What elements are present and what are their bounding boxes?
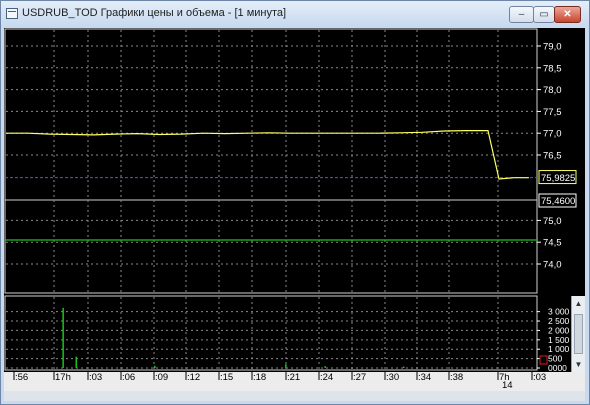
time-axis-sub-label: 14	[502, 380, 513, 391]
time-tick-label: :24	[320, 372, 333, 383]
price-axis: 79,0 78,5 78,0 77,5 77,0 76,5 75,0 74,5 74,0	[537, 42, 562, 271]
volume-bar	[154, 365, 156, 368]
price-tick-label: 77,5	[543, 107, 562, 118]
volume-tick-label: 0000	[548, 363, 567, 373]
volume-axis: 3 0002 5002 0001 5001 0005000000	[537, 307, 570, 373]
time-tick-label: :34	[418, 372, 431, 383]
price-tick-label: 77,0	[543, 129, 562, 140]
window-title: USDRUB_TOD Графики цены и объема - [1 ми…	[22, 7, 287, 19]
time-tick-label: :30	[386, 372, 399, 383]
volume-scrollbar[interactable]: ▲ ▼	[571, 296, 585, 372]
minimize-button[interactable]: ‒	[509, 6, 534, 23]
time-tick-label: :27	[353, 372, 366, 383]
price-tick-label: 79,0	[543, 42, 562, 53]
price-tick-label: 78,5	[543, 63, 562, 74]
volume-bar	[62, 307, 64, 368]
time-tick-label: 17h	[55, 372, 71, 383]
time-tick-label: :21	[287, 372, 300, 383]
price-tick-label: 74,5	[543, 238, 562, 249]
chart-area[interactable]: 79,0 78,5 78,0 77,5 77,0 76,5 75,0 74,5 74,0 3 0…	[4, 28, 585, 401]
chart-window: USDRUB_TOD Графики цены и объема - [1 ми…	[0, 0, 590, 405]
price-panel-frame	[4, 28, 538, 294]
volume-bar	[324, 366, 326, 368]
price-tick-label: 78,0	[543, 85, 562, 96]
time-tick-label: :15	[220, 372, 233, 383]
lower-level-label: 75,4600	[541, 196, 575, 207]
price-tick-label: 76,5	[543, 151, 562, 162]
close-button[interactable]: ✕	[554, 6, 581, 23]
chart-window-icon	[6, 8, 18, 19]
current-price-label: 75,9825	[541, 173, 575, 184]
maximize-button[interactable]: ▭	[533, 6, 555, 23]
volume-bar	[75, 356, 77, 368]
price-tick-label: 75,0	[543, 216, 562, 227]
horizontal-scrollbar[interactable]	[4, 391, 585, 401]
time-tick-label: :03	[533, 372, 546, 383]
title-bar[interactable]: USDRUB_TOD Графики цены и объема - [1 ми…	[1, 1, 589, 27]
scroll-thumb[interactable]	[574, 314, 583, 354]
time-tick-label: :06	[122, 372, 135, 383]
time-tick-label: :09	[155, 372, 168, 383]
scroll-down-icon[interactable]: ▼	[573, 359, 584, 370]
price-tick-label: 74,0	[543, 260, 562, 271]
time-tick-label: :18	[253, 372, 266, 383]
scroll-up-icon[interactable]: ▲	[573, 298, 584, 309]
time-tick-label: :38	[450, 372, 463, 383]
volume-bar	[403, 366, 405, 368]
time-tick-label: :03	[89, 372, 102, 383]
time-tick-label: :56	[15, 372, 28, 383]
volume-marker-icon	[539, 355, 548, 365]
time-tick-label: :12	[187, 372, 200, 383]
chart-canvas[interactable]: 79,0 78,5 78,0 77,5 77,0 76,5 75,0 74,5 74,0 3 0…	[4, 28, 585, 401]
volume-bar	[285, 364, 287, 368]
